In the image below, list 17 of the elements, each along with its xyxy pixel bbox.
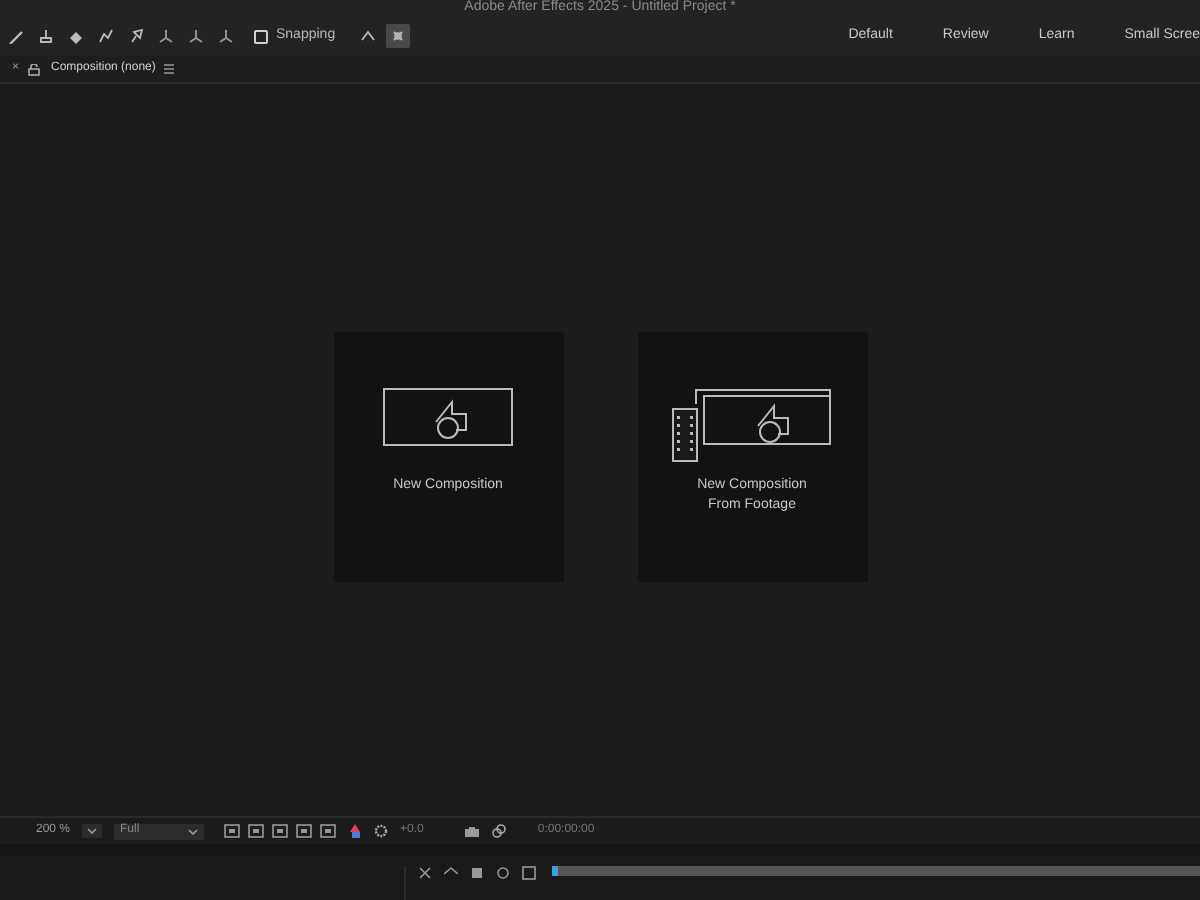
stamp-tool-icon[interactable] xyxy=(34,24,58,48)
snapping-checkbox[interactable] xyxy=(254,29,268,43)
caret-icon xyxy=(188,827,199,835)
camera-icon[interactable] xyxy=(463,825,480,837)
axis-mode-icon[interactable] xyxy=(184,24,208,48)
axis-mode-icon[interactable] xyxy=(214,24,238,48)
caret-icon[interactable] xyxy=(82,824,103,838)
menu-icon[interactable] xyxy=(163,64,174,74)
lock-icon[interactable] xyxy=(27,63,40,75)
color-channels-icon[interactable] xyxy=(348,824,363,838)
pen-tool-icon[interactable] xyxy=(94,24,118,48)
composition-from-footage-icon xyxy=(672,388,832,468)
snap-target-icon[interactable] xyxy=(385,24,410,48)
channels-icon[interactable] xyxy=(491,824,506,838)
timeline-icon[interactable] xyxy=(418,866,432,880)
axis-mode-icon[interactable] xyxy=(154,24,178,48)
gear-icon[interactable] xyxy=(374,824,389,838)
